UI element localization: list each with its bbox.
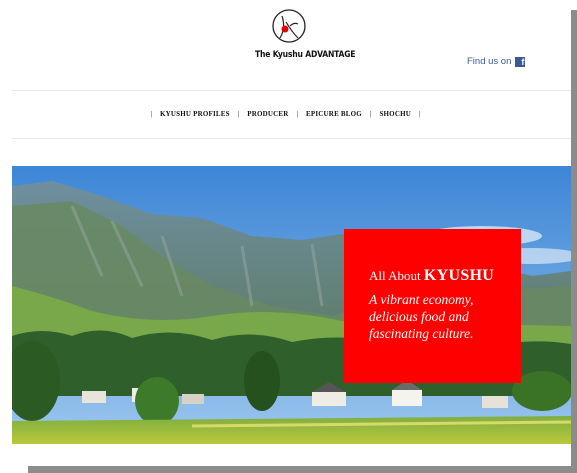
promo-subtitle: A vibrant economy, delicious food and fa… bbox=[369, 292, 474, 341]
nav-separator: | bbox=[418, 110, 421, 118]
nav-separator: | bbox=[296, 110, 299, 118]
header-divider bbox=[12, 90, 571, 91]
nav-item-producer[interactable]: PRODUCER bbox=[247, 110, 288, 118]
nav-separator: | bbox=[369, 110, 372, 118]
facebook-icon: f bbox=[515, 56, 526, 67]
nav-item-shochu[interactable]: SHOCHU bbox=[379, 110, 411, 118]
nav-divider bbox=[12, 138, 571, 139]
window-shadow-right bbox=[571, 10, 577, 473]
logo-emblem-icon bbox=[272, 9, 306, 43]
facebook-link[interactable]: Find us on f bbox=[467, 56, 526, 67]
nav-item-kyushu-profiles[interactable]: KYUSHU PROFILES bbox=[160, 110, 230, 118]
main-nav: | KYUSHU PROFILES | PRODUCER | EPICURE B… bbox=[0, 110, 571, 118]
page: The Kyushu ADVANTAGE Find us on f | KYUS… bbox=[0, 0, 571, 466]
nav-separator: | bbox=[150, 110, 153, 118]
find-us-label: Find us on bbox=[467, 56, 512, 67]
site-logo[interactable]: The Kyushu ADVANTAGE bbox=[255, 8, 356, 68]
promo-title-prefix: All About bbox=[369, 268, 421, 283]
nav-separator: | bbox=[237, 110, 240, 118]
promo-title: All About KYUSHU bbox=[369, 267, 511, 285]
promo-title-emphasis: KYUSHU bbox=[423, 267, 495, 284]
promo-box[interactable]: All About KYUSHU A vibrant economy, deli… bbox=[344, 229, 521, 383]
window-shadow-bottom bbox=[28, 466, 577, 473]
nav-item-epicure-blog[interactable]: EPICURE BLOG bbox=[306, 110, 362, 118]
logo-text: The Kyushu ADVANTAGE bbox=[255, 50, 356, 60]
